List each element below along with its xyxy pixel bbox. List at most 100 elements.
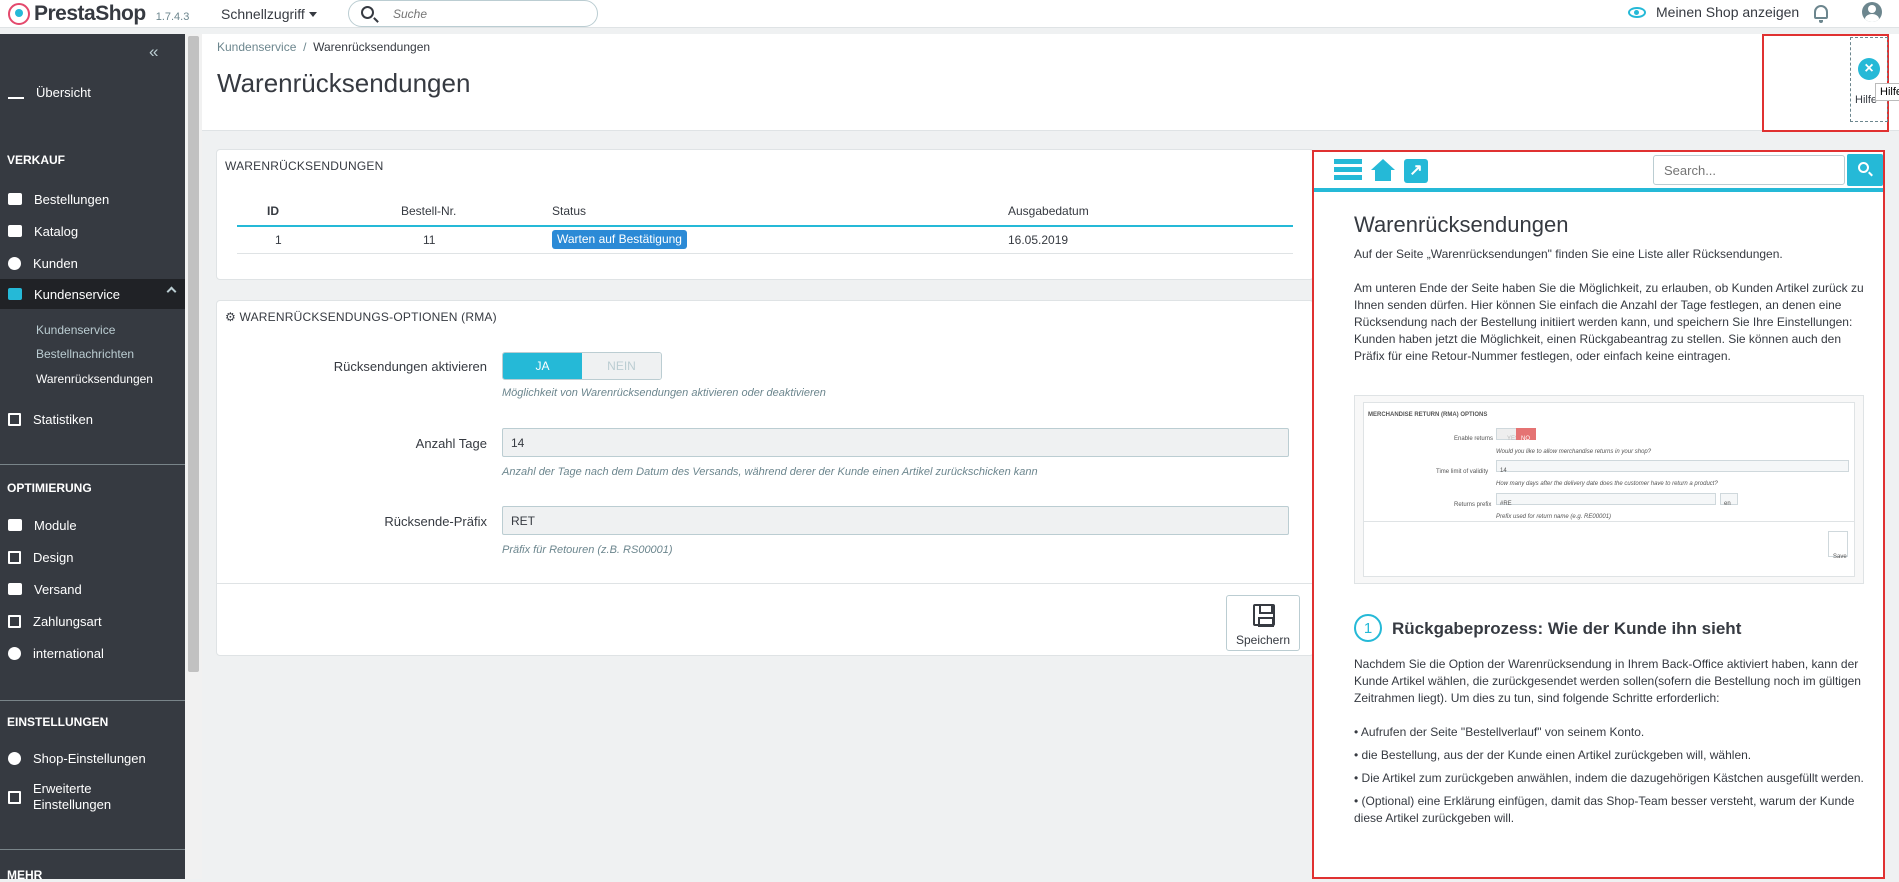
column-header-date[interactable]: Ausgabedatum (1008, 204, 1089, 218)
help-paragraph: Am unteren Ende der Seite haben Sie die … (1354, 281, 1864, 363)
list-item: die Bestellung, aus der der Kunde einen … (1354, 747, 1864, 764)
advanced-line-1: Erweiterte (33, 781, 92, 796)
chevron-up-icon (166, 286, 177, 297)
toggle-yes[interactable]: JA (503, 353, 582, 379)
prefix-hint: Präfix für Retouren (z.B. RS00001) (502, 544, 673, 556)
sidebar-item-label: Versand (34, 581, 82, 597)
enable-returns-hint: Möglichkeit von Warenrücksendungen aktiv… (502, 387, 826, 399)
sidebar-item-label: Zahlungsart (33, 613, 102, 629)
section-sales: VERKAUF (7, 153, 66, 167)
sidebar-item-label: Katalog (34, 223, 79, 239)
person-icon (8, 256, 21, 270)
panel-footer-divider (217, 583, 1314, 584)
table-header-rule (237, 225, 1293, 227)
user-account-icon[interactable] (1862, 2, 1882, 22)
help-search-button[interactable] (1847, 154, 1883, 186)
section-more: MEHR (7, 868, 43, 882)
column-header-order[interactable]: Bestell-Nr. (401, 204, 456, 218)
sidebar-item-label: Design (33, 549, 74, 565)
rma-options-panel: ⚙ WARENRÜCKSENDUNGS-OPTIONEN (RMA) Rücks… (216, 300, 1314, 656)
sidebar-scrollbar[interactable] (185, 34, 202, 879)
sidebar-subitem-returns[interactable]: Warenrücksendungen (36, 372, 153, 386)
sidebar-subitem-customer-service[interactable]: Kundenservice (36, 323, 115, 337)
breadcrumb: Kundenservice / Warenrücksendungen (217, 40, 430, 54)
sidebar-item-international[interactable]: international (0, 638, 185, 668)
view-shop-label: Meinen Shop anzeigen (1656, 4, 1800, 20)
settings-box-icon (8, 790, 21, 804)
sidebar-divider (0, 700, 185, 701)
shot-enable-hint: Would you like to allow merchandise retu… (1496, 449, 1652, 455)
sidebar-item-shop-settings[interactable]: Shop-Einstellungen (0, 743, 185, 773)
help-paragraph: Auf der Seite „Warenrücksendungen" finde… (1354, 247, 1783, 261)
credit-card-icon (8, 614, 21, 628)
save-button[interactable]: Speichern (1226, 595, 1300, 651)
sidebar-item-customers[interactable]: Kunden (0, 248, 185, 278)
header-search[interactable] (348, 0, 598, 27)
sidebar-item-advanced-settings[interactable]: Erweiterte Einstellungen (0, 779, 185, 815)
help-button-label: Hilfe (1855, 94, 1878, 106)
sidebar-item-label: Bestellungen (34, 191, 110, 207)
help-title: Warenrücksendungen (1354, 212, 1569, 237)
sidebar-item-overview[interactable]: Übersicht (0, 77, 185, 107)
sidebar-item-customer-service[interactable]: Kundenservice (0, 279, 185, 309)
status-badge[interactable]: Warten auf Bestätigung (552, 230, 687, 249)
list-item: Aufrufen der Seite "Bestellverlauf" von … (1354, 724, 1864, 741)
sidebar-item-design[interactable]: Design (0, 542, 185, 572)
row-date[interactable]: 16.05.2019 (1008, 233, 1068, 247)
puffin-logo-icon (8, 3, 30, 25)
sidebar-item-label: Shop-Einstellungen (33, 750, 146, 766)
row-order[interactable]: 11 (423, 233, 435, 247)
breadcrumb-parent[interactable]: Kundenservice (217, 40, 296, 54)
search-input[interactable] (393, 4, 583, 24)
store-icon (8, 225, 22, 237)
scrollbar-thumb[interactable] (188, 36, 199, 672)
enable-returns-label: Rücksendungen aktivieren (333, 359, 487, 374)
trend-icon (8, 85, 24, 99)
sidebar: « Übersicht VERKAUF Bestellungen Katalog… (0, 34, 185, 882)
sidebar-item-payment[interactable]: Zahlungsart (0, 606, 185, 636)
external-link-icon[interactable]: ↗ (1404, 159, 1428, 183)
brand-name: PrestaShop (34, 2, 146, 25)
truck-icon (8, 583, 22, 595)
close-help-icon[interactable]: × (1858, 58, 1880, 80)
puzzle-icon (8, 519, 22, 531)
top-bar: PrestaShop 1.7.4.3 Schnellzugriff Meinen… (0, 0, 1899, 28)
days-hint: Anzahl der Tage nach dem Datum des Versa… (502, 466, 1038, 478)
row-id[interactable]: 1 (275, 233, 282, 247)
home-icon[interactable] (1370, 159, 1396, 181)
bar-chart-icon (8, 412, 21, 426)
column-header-status[interactable]: Status (552, 204, 586, 218)
table-row (237, 253, 1293, 254)
search-icon (1858, 162, 1869, 173)
breadcrumb-separator: / (303, 40, 307, 54)
shot-time: Time limit of validity (1436, 469, 1489, 475)
sidebar-item-orders[interactable]: Bestellungen (0, 184, 185, 214)
enable-returns-toggle[interactable]: JA NEIN (502, 352, 662, 380)
view-shop-link[interactable]: Meinen Shop anzeigen (1628, 4, 1799, 20)
sidebar-item-label: Kundenservice (34, 286, 120, 302)
step-number-icon: 1 (1354, 614, 1382, 642)
quick-access-menu[interactable]: Schnellzugriff (221, 6, 317, 22)
page-header: Kundenservice / Warenrücksendungen Waren… (202, 34, 1899, 131)
help-search-input[interactable] (1653, 155, 1845, 185)
sidebar-item-catalog[interactable]: Katalog (0, 216, 185, 246)
days-input[interactable] (502, 428, 1289, 457)
sidebar-divider (0, 849, 185, 850)
prestashop-logo[interactable]: PrestaShop 1.7.4.3 (8, 2, 189, 26)
shot-prefix-input (1496, 493, 1716, 505)
sidebar-subitem-order-messages[interactable]: Bestellnachrichten (36, 347, 134, 361)
notifications-bell-icon[interactable] (1814, 5, 1828, 23)
sidebar-item-label: Kunden (33, 255, 78, 271)
search-icon[interactable] (361, 6, 374, 19)
help-tooltip: Hilfe (1875, 83, 1899, 101)
toggle-no[interactable]: NEIN (582, 353, 661, 379)
sidebar-item-shipping[interactable]: Versand (0, 574, 185, 604)
sidebar-item-stats[interactable]: Statistiken (0, 404, 185, 434)
collapse-sidebar-icon[interactable]: « (149, 42, 158, 62)
help-content: Warenrücksendungen Auf der Seite „Warenr… (1354, 212, 1864, 833)
sidebar-item-modules[interactable]: Module (0, 510, 185, 540)
days-label: Anzahl Tage (415, 436, 487, 451)
list-icon[interactable] (1334, 159, 1362, 181)
column-header-id[interactable]: ID (267, 204, 279, 218)
prefix-input[interactable] (502, 506, 1289, 535)
